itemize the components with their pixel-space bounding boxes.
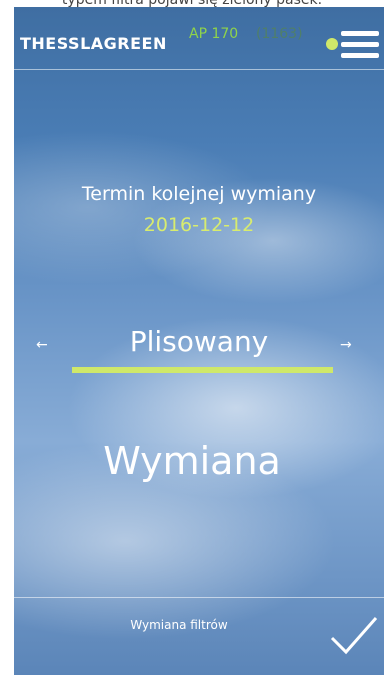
app-header: THESSLAGREEN AP 170 (1163) bbox=[14, 7, 384, 70]
page: typem filtra pojawi się zielony pasek. T… bbox=[0, 0, 384, 675]
next-replacement-date: 2016-12-12 bbox=[143, 214, 255, 236]
filter-type-selector[interactable]: Plisowany bbox=[14, 325, 384, 358]
checkmark-icon[interactable] bbox=[328, 614, 380, 658]
replace-action-button[interactable]: Wymiana bbox=[14, 439, 377, 483]
status-indicator-icon bbox=[326, 38, 338, 50]
next-replacement-label: Termin kolejnej wymiany bbox=[81, 183, 317, 205]
brand-logo: THESSLAGREEN bbox=[20, 34, 167, 53]
filter-selection-underline bbox=[72, 367, 333, 373]
device-serial: (1163) bbox=[256, 26, 303, 42]
app-screen: THESSLAGREEN AP 170 (1163) Termin kolejn… bbox=[14, 7, 384, 675]
footer-bar: Wymiana filtrów bbox=[14, 597, 384, 675]
next-filter-arrow-icon[interactable]: → bbox=[340, 337, 352, 353]
footer-title: Wymiana filtrów bbox=[130, 618, 228, 632]
hamburger-menu-icon[interactable] bbox=[341, 31, 379, 59]
device-model: AP 170 bbox=[189, 26, 239, 42]
